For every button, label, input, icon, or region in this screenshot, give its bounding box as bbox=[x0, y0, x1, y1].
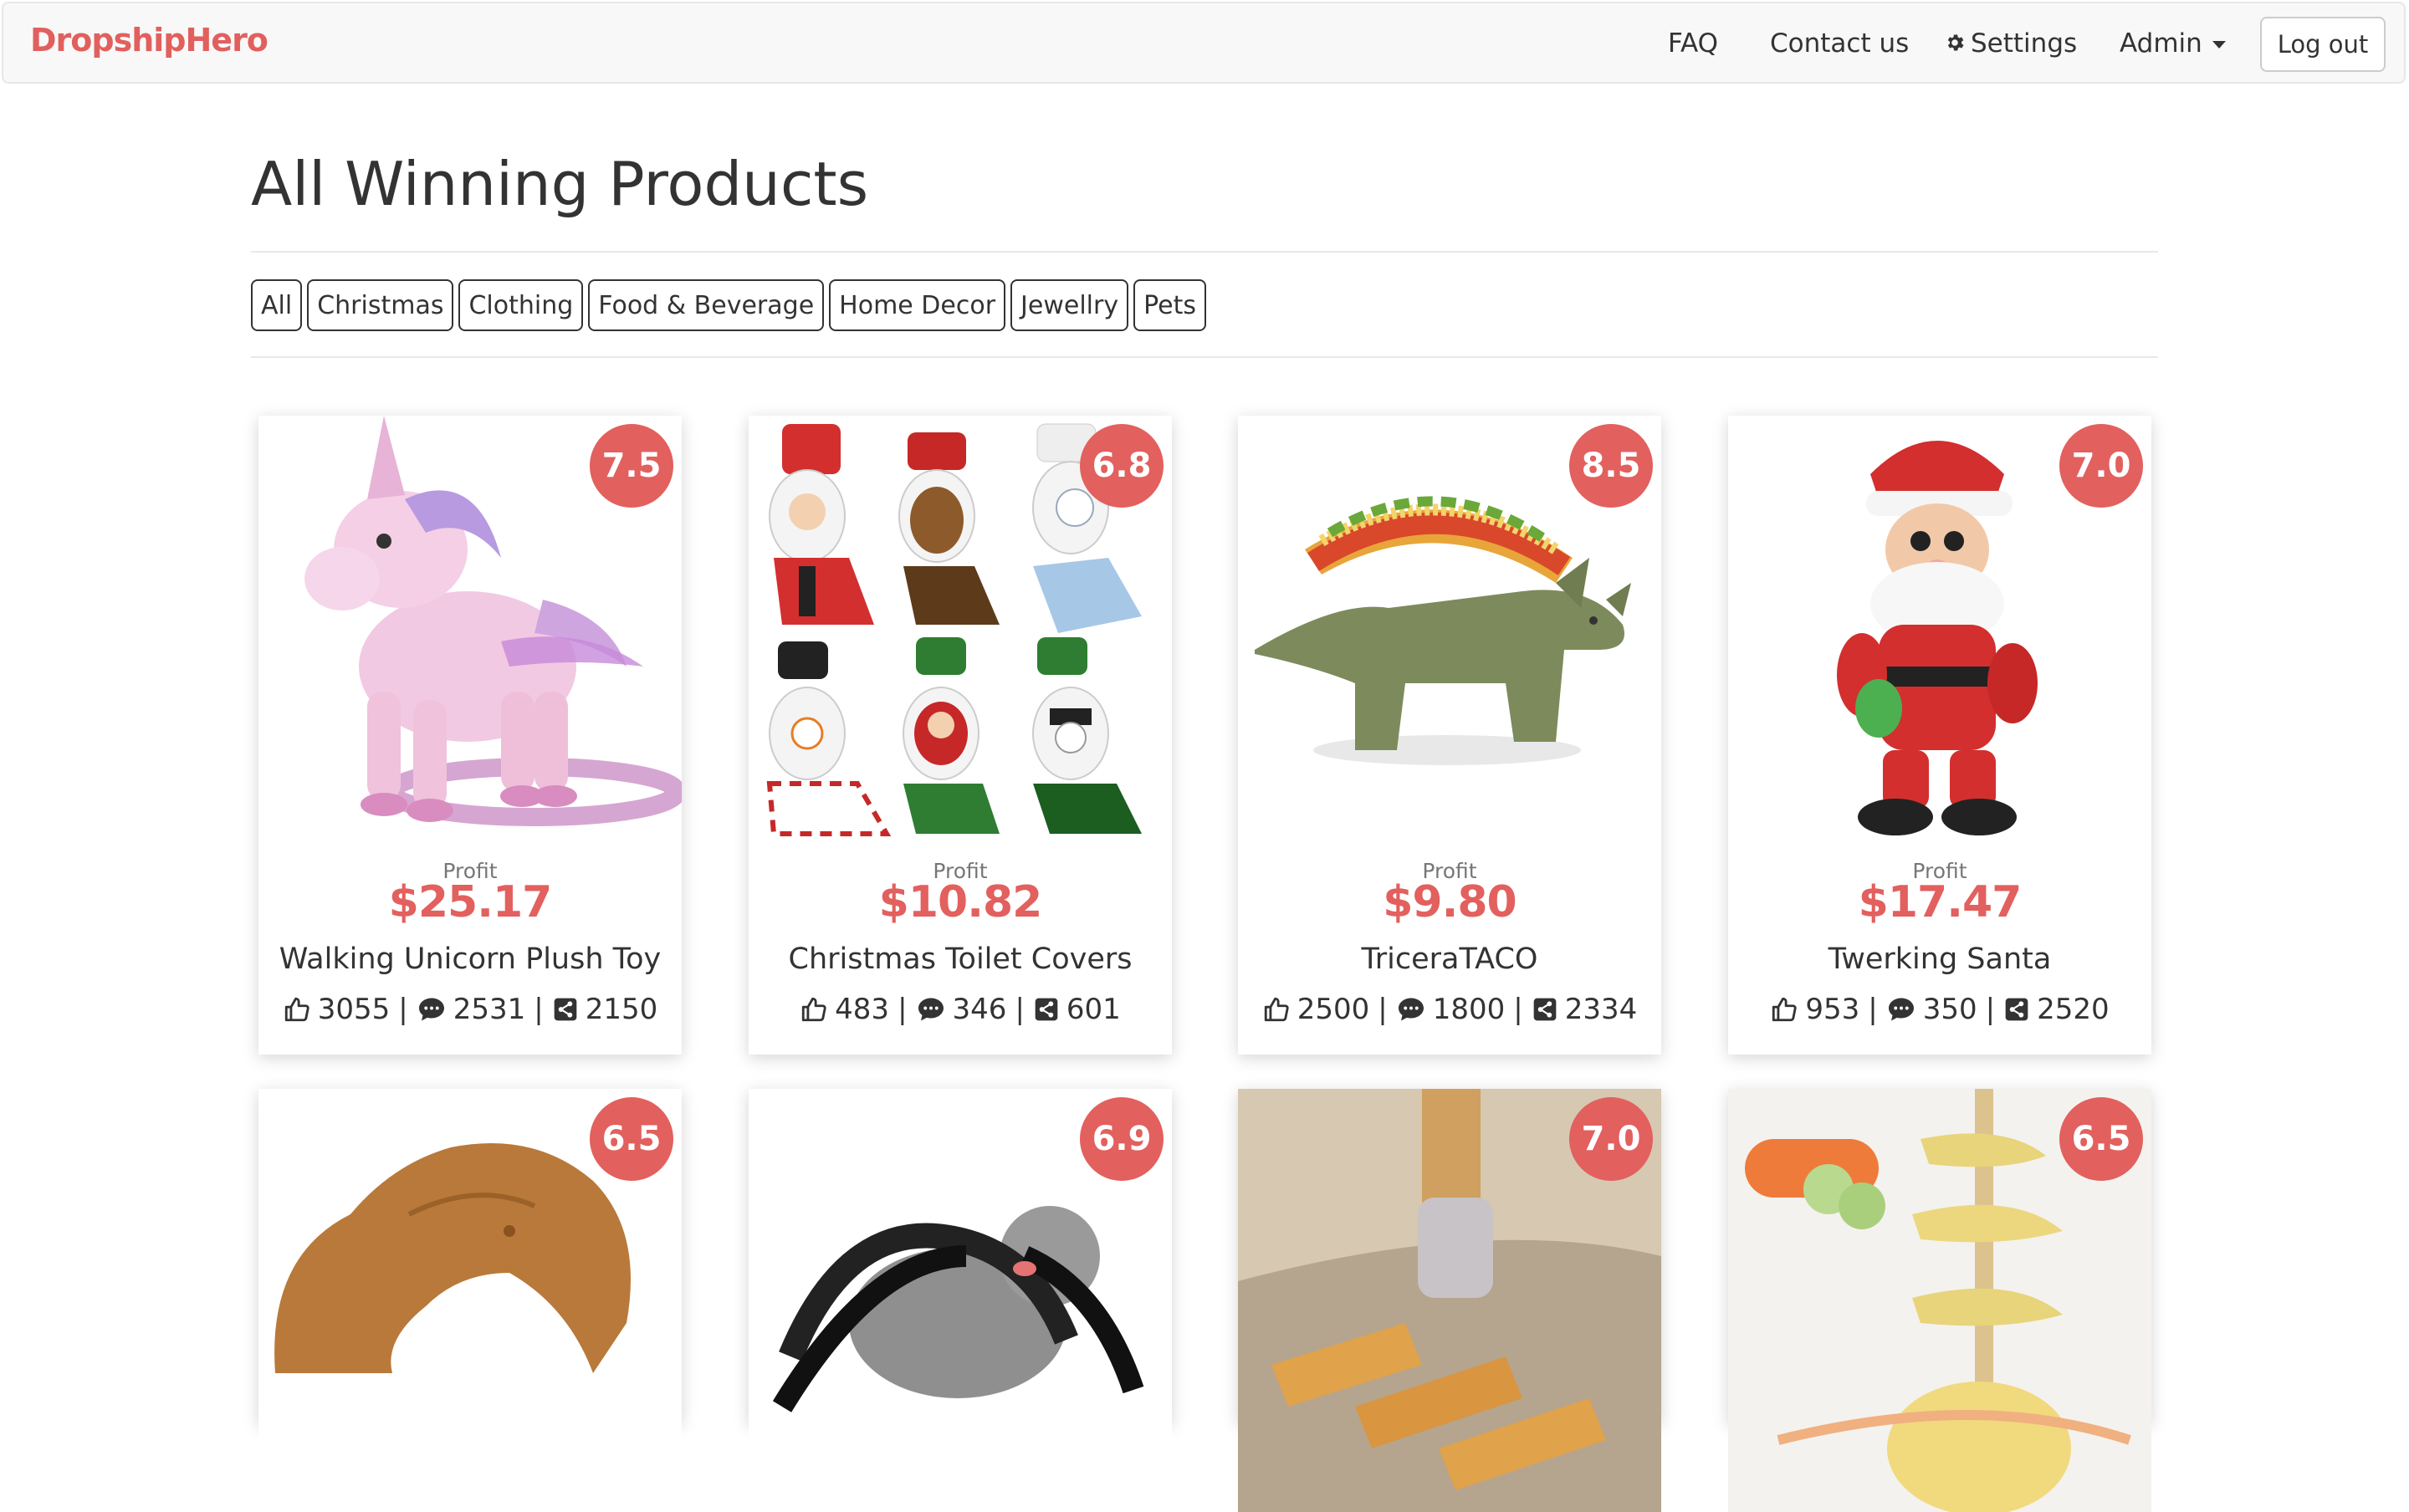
stat-separator: | bbox=[398, 993, 408, 1026]
score-badge: 6.5 bbox=[590, 1097, 673, 1181]
share-icon bbox=[1532, 996, 1558, 1023]
divider bbox=[251, 251, 2158, 253]
thumbs-up-icon bbox=[1262, 995, 1291, 1024]
divider bbox=[251, 356, 2158, 358]
nav-contact-link[interactable]: Contact us bbox=[1770, 28, 1909, 59]
thumbs-up-icon bbox=[1770, 995, 1798, 1024]
stat-separator: | bbox=[1378, 993, 1388, 1026]
stat-separator: | bbox=[1015, 993, 1025, 1026]
score-badge: 7.0 bbox=[2059, 424, 2143, 508]
filter-clothing[interactable]: Clothing bbox=[458, 279, 584, 331]
nav-settings-link[interactable]: Settings bbox=[1944, 28, 2077, 60]
stat-separator: | bbox=[1985, 993, 1996, 1026]
shares-count: 2520 bbox=[2037, 993, 2110, 1026]
score-badge: 7.5 bbox=[590, 424, 673, 508]
product-card[interactable]: 7.5 Profit $25.17 Walking Unicorn Plush … bbox=[258, 416, 682, 1055]
nav-settings-label: Settings bbox=[1971, 28, 2078, 59]
likes-count: 953 bbox=[1805, 993, 1860, 1026]
product-card[interactable]: 6.9 bbox=[749, 1089, 1172, 1512]
filter-jewellry[interactable]: Jewellry bbox=[1010, 279, 1129, 331]
nav-admin-label: Admin bbox=[2120, 28, 2202, 59]
product-card[interactable]: 8.5 Profit $9.80 TriceraTACO 2500 | 1800… bbox=[1238, 416, 1661, 1055]
comments-count: 1800 bbox=[1432, 993, 1506, 1026]
shares-count: 2150 bbox=[585, 993, 658, 1026]
shares-count: 2334 bbox=[1564, 993, 1638, 1026]
product-card[interactable]: 6.5 bbox=[258, 1089, 682, 1512]
filter-pets[interactable]: Pets bbox=[1133, 279, 1206, 331]
score-badge: 6.5 bbox=[2059, 1097, 2143, 1181]
likes-count: 2500 bbox=[1297, 993, 1370, 1026]
comment-icon bbox=[1886, 994, 1916, 1024]
brand-logo[interactable]: DropshipHero bbox=[30, 22, 269, 59]
product-stats: 3055 | 2531 | 2150 bbox=[258, 993, 682, 1026]
comment-icon bbox=[1396, 994, 1426, 1024]
product-stats: 953 | 350 | 2520 bbox=[1728, 993, 2151, 1026]
product-stats: 483 | 346 | 601 bbox=[749, 993, 1172, 1026]
profit-value: $10.82 bbox=[878, 877, 1043, 927]
likes-count: 3055 bbox=[317, 993, 391, 1026]
profit-value: $9.80 bbox=[1383, 877, 1516, 927]
comments-count: 2531 bbox=[453, 993, 526, 1026]
page-title: All Winning Products bbox=[251, 149, 869, 219]
category-filters: All Christmas Clothing Food & Beverage H… bbox=[251, 279, 1206, 331]
nav-faq-link[interactable]: FAQ bbox=[1668, 28, 1718, 59]
stat-separator: | bbox=[1513, 993, 1523, 1026]
share-icon bbox=[1033, 996, 1060, 1023]
filter-home-decor[interactable]: Home Decor bbox=[829, 279, 1006, 331]
filter-all[interactable]: All bbox=[251, 279, 303, 331]
likes-count: 483 bbox=[835, 993, 890, 1026]
product-title[interactable]: Twerking Santa bbox=[1728, 942, 2151, 976]
nav-admin-dropdown[interactable]: Admin bbox=[2120, 28, 2226, 59]
comments-count: 350 bbox=[1922, 993, 1977, 1026]
shares-count: 601 bbox=[1066, 993, 1121, 1026]
comment-icon bbox=[417, 994, 447, 1024]
share-icon bbox=[2003, 996, 2030, 1023]
stat-separator: | bbox=[1868, 993, 1878, 1026]
product-title[interactable]: Walking Unicorn Plush Toy bbox=[258, 942, 682, 976]
score-badge: 8.5 bbox=[1569, 424, 1653, 508]
score-badge: 6.8 bbox=[1080, 424, 1164, 508]
profit-value: $25.17 bbox=[388, 877, 553, 927]
product-card[interactable]: 7.0 bbox=[1238, 1089, 1661, 1512]
thumbs-up-icon bbox=[283, 995, 311, 1024]
stat-separator: | bbox=[534, 993, 544, 1026]
product-card[interactable]: 7.0 Profit $17.47 Twerking Santa 953 | 3… bbox=[1728, 416, 2151, 1055]
gear-icon bbox=[1944, 30, 1966, 60]
comment-icon bbox=[916, 994, 946, 1024]
product-title[interactable]: Christmas Toilet Covers bbox=[749, 942, 1172, 976]
product-card[interactable]: 6.5 bbox=[1728, 1089, 2151, 1512]
navbar: DropshipHero FAQ Contact us Settings Adm… bbox=[2, 2, 2406, 84]
stat-separator: | bbox=[898, 993, 908, 1026]
logout-button[interactable]: Log out bbox=[2260, 17, 2386, 72]
share-icon bbox=[552, 996, 579, 1023]
comments-count: 346 bbox=[952, 993, 1007, 1026]
score-badge: 7.0 bbox=[1569, 1097, 1653, 1181]
score-badge: 6.9 bbox=[1080, 1097, 1164, 1181]
filter-food-beverage[interactable]: Food & Beverage bbox=[588, 279, 825, 331]
product-title[interactable]: TriceraTACO bbox=[1238, 942, 1661, 976]
filter-christmas[interactable]: Christmas bbox=[307, 279, 454, 331]
profit-value: $17.47 bbox=[1858, 877, 2023, 927]
thumbs-up-icon bbox=[800, 995, 828, 1024]
product-card[interactable]: 6.8 Profit $10.82 Christmas Toilet Cover… bbox=[749, 416, 1172, 1055]
caret-down-icon bbox=[2212, 41, 2226, 49]
product-stats: 2500 | 1800 | 2334 bbox=[1238, 993, 1661, 1026]
